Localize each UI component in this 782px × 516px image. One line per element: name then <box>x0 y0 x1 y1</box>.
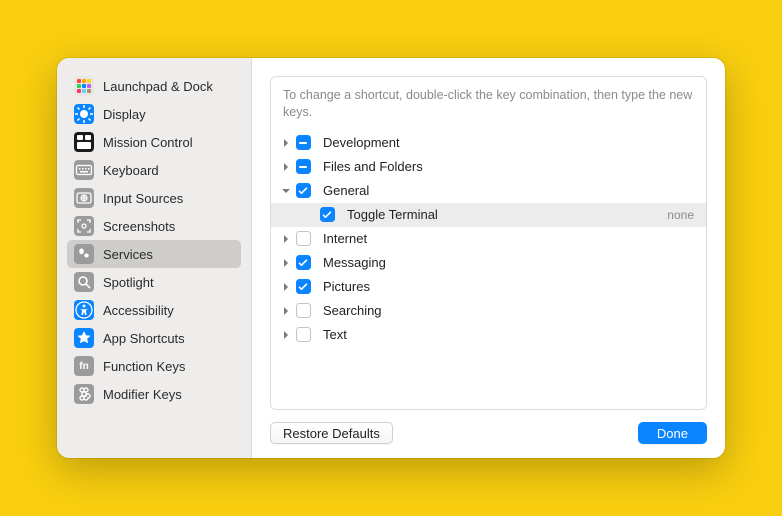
input-sources-icon <box>74 188 94 208</box>
checkbox[interactable] <box>293 279 313 294</box>
chevron-right-icon[interactable] <box>279 255 293 270</box>
category-label: Development <box>313 135 400 150</box>
shortcut-value[interactable]: none <box>667 208 694 222</box>
panel-hint: To change a shortcut, double-click the k… <box>271 77 706 131</box>
category-label: Pictures <box>313 279 370 294</box>
sidebar-item-keyboard[interactable]: Keyboard <box>67 156 241 184</box>
app-shortcuts-icon <box>74 328 94 348</box>
preferences-window: Launchpad & Dock Display Mission Control… <box>57 58 725 458</box>
checkbox[interactable] <box>293 159 313 174</box>
category-row-development[interactable]: Development <box>271 131 706 155</box>
main-panel: To change a shortcut, double-click the k… <box>251 58 725 458</box>
accessibility-icon <box>74 300 94 320</box>
launchpad-icon <box>74 76 94 96</box>
checkbox[interactable] <box>293 327 313 342</box>
restore-defaults-button[interactable]: Restore Defaults <box>270 422 393 444</box>
checkbox[interactable] <box>293 255 313 270</box>
chevron-right-icon[interactable] <box>279 135 293 150</box>
done-button[interactable]: Done <box>638 422 707 444</box>
category-row-messaging[interactable]: Messaging <box>271 251 706 275</box>
service-label: Toggle Terminal <box>337 207 438 222</box>
checkbox[interactable] <box>293 183 313 198</box>
screenshots-icon <box>74 216 94 236</box>
sidebar-item-label: Display <box>103 107 146 122</box>
sidebar-item-label: Spotlight <box>103 275 154 290</box>
checkbox[interactable] <box>293 135 313 150</box>
sidebar-item-mission-control[interactable]: Mission Control <box>67 128 241 156</box>
sidebar-item-label: Modifier Keys <box>103 387 182 402</box>
category-row-internet[interactable]: Internet <box>271 227 706 251</box>
category-label: Searching <box>313 303 382 318</box>
sidebar-item-label: Keyboard <box>103 163 159 178</box>
sidebar-item-label: Launchpad & Dock <box>103 79 213 94</box>
sidebar-item-accessibility[interactable]: Accessibility <box>67 296 241 324</box>
modifier-keys-icon <box>74 384 94 404</box>
display-icon <box>74 104 94 124</box>
chevron-right-icon[interactable] <box>279 279 293 294</box>
category-row-text[interactable]: Text <box>271 323 706 347</box>
sidebar-item-launchpad-dock[interactable]: Launchpad & Dock <box>67 72 241 100</box>
sidebar-item-label: Services <box>103 247 153 262</box>
keyboard-icon <box>74 160 94 180</box>
sidebar-item-function-keys[interactable]: fn Function Keys <box>67 352 241 380</box>
chevron-right-icon[interactable] <box>279 327 293 342</box>
category-label: Text <box>313 327 347 342</box>
category-row-general[interactable]: General <box>271 179 706 203</box>
panel-footer: Restore Defaults Done <box>270 410 707 444</box>
category-row-pictures[interactable]: Pictures <box>271 275 706 299</box>
services-icon <box>74 244 94 264</box>
category-label: Files and Folders <box>313 159 423 174</box>
chevron-right-icon[interactable] <box>279 303 293 318</box>
spotlight-icon <box>74 272 94 292</box>
category-row-files-folders[interactable]: Files and Folders <box>271 155 706 179</box>
chevron-right-icon[interactable] <box>279 159 293 174</box>
function-keys-icon: fn <box>74 356 94 376</box>
shortcut-list: Development Files and Folders <box>271 131 706 347</box>
category-label: General <box>313 183 369 198</box>
sidebar-item-label: Function Keys <box>103 359 185 374</box>
category-label: Internet <box>313 231 367 246</box>
sidebar-item-screenshots[interactable]: Screenshots <box>67 212 241 240</box>
sidebar-item-services[interactable]: Services <box>67 240 241 268</box>
sidebar-item-modifier-keys[interactable]: Modifier Keys <box>67 380 241 408</box>
sidebar-item-input-sources[interactable]: Input Sources <box>67 184 241 212</box>
sidebar-item-spotlight[interactable]: Spotlight <box>67 268 241 296</box>
sidebar-item-display[interactable]: Display <box>67 100 241 128</box>
sidebar-item-label: Mission Control <box>103 135 193 150</box>
category-label: Messaging <box>313 255 386 270</box>
service-row-toggle-terminal[interactable]: Toggle Terminal none <box>271 203 706 227</box>
checkbox[interactable] <box>293 231 313 246</box>
sidebar-item-label: Accessibility <box>103 303 174 318</box>
chevron-down-icon[interactable] <box>279 183 293 198</box>
mission-control-icon <box>74 132 94 152</box>
sidebar: Launchpad & Dock Display Mission Control… <box>57 58 251 458</box>
checkbox[interactable] <box>293 303 313 318</box>
sidebar-item-app-shortcuts[interactable]: App Shortcuts <box>67 324 241 352</box>
chevron-right-icon[interactable] <box>279 231 293 246</box>
sidebar-item-label: Screenshots <box>103 219 175 234</box>
sidebar-item-label: Input Sources <box>103 191 183 206</box>
category-row-searching[interactable]: Searching <box>271 299 706 323</box>
sidebar-item-label: App Shortcuts <box>103 331 185 346</box>
shortcuts-panel: To change a shortcut, double-click the k… <box>270 76 707 410</box>
checkbox[interactable] <box>317 207 337 222</box>
